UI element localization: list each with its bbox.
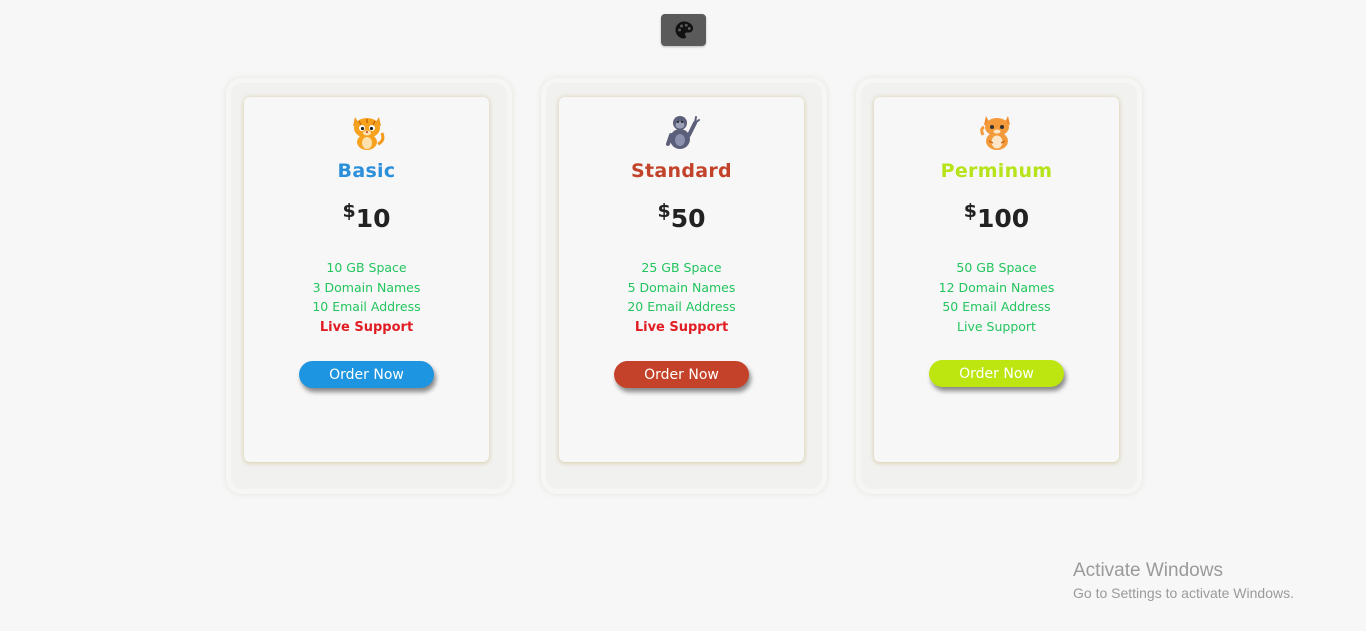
feature-support: Live Support (634, 319, 729, 335)
theme-toggle-button[interactable] (661, 14, 706, 46)
plan-name: Standard (631, 160, 732, 182)
plan-price: $10 (244, 200, 489, 240)
currency-symbol: $ (342, 200, 356, 222)
feature-storage: 25 GB Space (641, 260, 722, 275)
price-amount: 100 (977, 204, 1030, 233)
feature-domains: 12 Domain Names (938, 279, 1055, 295)
orange-cat-icon (979, 116, 1010, 150)
feature-support: Live Support (319, 319, 414, 335)
price-amount: 50 (670, 204, 706, 233)
palette-icon (675, 21, 693, 39)
feature-list: 50 GB Space 12 Domain Names 50 Email Add… (874, 258, 1119, 336)
plan-card-perminum: Perminum $100 50 GB Space 12 Domain Name… (874, 97, 1119, 462)
currency-symbol: $ (657, 200, 671, 222)
plan-standard-frame: Standard $50 25 GB Space 5 Domain Names … (541, 78, 827, 494)
plan-name: Basic (337, 160, 396, 182)
plan-card-standard: Standard $50 25 GB Space 5 Domain Names … (559, 97, 804, 462)
feature-storage: 50 GB Space (956, 260, 1037, 275)
plan-price: $50 (559, 200, 804, 240)
watermark-subtitle: Go to Settings to activate Windows. (1073, 585, 1294, 601)
feature-list: 25 GB Space 5 Domain Names 20 Email Addr… (559, 258, 804, 337)
windows-activation-watermark: Activate Windows Go to Settings to activ… (1073, 560, 1294, 601)
feature-support: Live Support (957, 318, 1036, 334)
plan-name: Perminum (940, 160, 1053, 182)
price-amount: 10 (355, 204, 391, 233)
order-now-button-basic[interactable]: Order Now (299, 361, 434, 388)
pricing-plans: Basic $10 10 GB Space 3 Domain Names 10 … (226, 78, 1142, 494)
order-now-button-standard[interactable]: Order Now (614, 361, 749, 388)
plan-card-basic: Basic $10 10 GB Space 3 Domain Names 10 … (244, 97, 489, 462)
plan-perminum-frame: Perminum $100 50 GB Space 12 Domain Name… (856, 78, 1142, 494)
watermark-title: Activate Windows (1073, 560, 1223, 581)
feature-domains: 3 Domain Names (312, 279, 421, 295)
plan-basic-frame: Basic $10 10 GB Space 3 Domain Names 10 … (226, 78, 512, 494)
feature-storage: 10 GB Space (326, 260, 407, 275)
feature-email: 20 Email Address (627, 299, 736, 314)
feature-email: 50 Email Address (942, 299, 1051, 314)
gorilla-icon (665, 116, 700, 149)
orange-tiger-cat-icon (352, 117, 384, 150)
feature-list: 10 GB Space 3 Domain Names 10 Email Addr… (244, 258, 489, 337)
currency-symbol: $ (963, 200, 978, 222)
plan-price: $100 (874, 200, 1119, 240)
feature-email: 10 Email Address (312, 299, 421, 314)
order-now-button-perminum[interactable]: Order Now (929, 360, 1064, 387)
feature-domains: 5 Domain Names (627, 279, 736, 295)
